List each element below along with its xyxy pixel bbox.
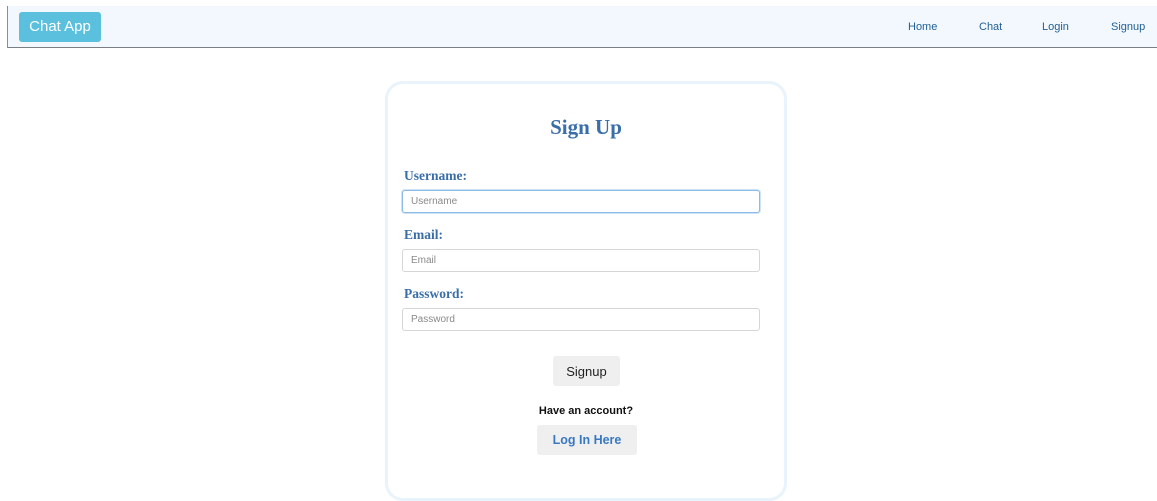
signup-card: Sign Up Username: Email: Password: Signu…	[385, 81, 787, 501]
username-input[interactable]	[402, 190, 760, 213]
navbar: Chat App Home Chat Login Signup	[7, 6, 1157, 48]
nav-link-home[interactable]: Home	[908, 20, 937, 34]
brand-button[interactable]: Chat App	[19, 12, 101, 42]
nav-link-chat[interactable]: Chat	[979, 20, 1002, 34]
have-account-text: Have an account?	[538, 405, 634, 417]
signup-button[interactable]: Signup	[553, 356, 620, 386]
nav-link-signup[interactable]: Signup	[1111, 20, 1145, 34]
email-label: Email:	[404, 227, 443, 242]
password-label: Password:	[404, 286, 464, 301]
email-input[interactable]	[402, 249, 760, 272]
username-label: Username:	[404, 168, 467, 183]
login-link-button[interactable]: Log In Here	[537, 425, 637, 455]
nav-link-login[interactable]: Login	[1042, 20, 1069, 34]
page-title: Sign Up	[550, 115, 622, 139]
password-input[interactable]	[402, 308, 760, 331]
